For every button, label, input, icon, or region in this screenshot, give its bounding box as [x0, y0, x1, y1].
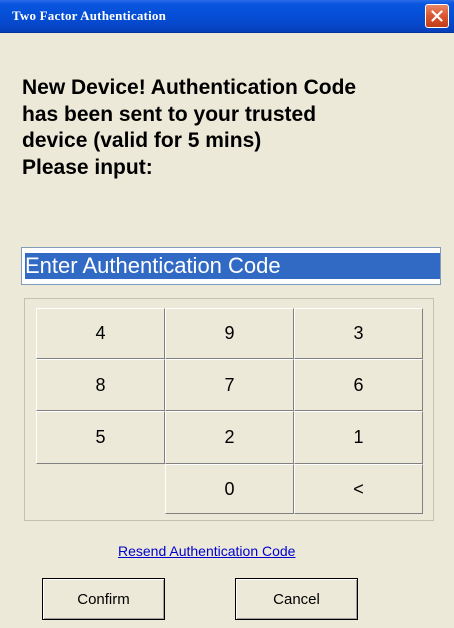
keypad-key-0[interactable]: 0	[165, 464, 294, 514]
keypad-key-8[interactable]: 8	[36, 359, 165, 411]
message-line: has been sent to your trusted	[22, 102, 317, 126]
close-icon	[431, 10, 443, 22]
message-line: Please input:	[22, 155, 153, 179]
keypad: 4 9 3 8 7 6 5 2 1 0 <	[24, 298, 434, 521]
keypad-key-3[interactable]: 3	[294, 308, 423, 359]
keypad-key-5[interactable]: 5	[36, 411, 165, 464]
keypad-key-4[interactable]: 4	[36, 308, 165, 359]
title-bar[interactable]: Two Factor Authentication	[0, 0, 454, 33]
message-line: New Device! Authentication Code	[22, 76, 357, 99]
authentication-code-input[interactable]	[21, 247, 441, 285]
keypad-key-2[interactable]: 2	[165, 411, 294, 464]
confirm-button[interactable]: Confirm	[42, 578, 165, 620]
keypad-key-9[interactable]: 9	[165, 308, 294, 359]
message-line: device (valid for 5 mins)	[22, 129, 262, 152]
keypad-key-6[interactable]: 6	[294, 359, 423, 411]
resend-code-link[interactable]: Resend Authentication Code	[118, 543, 295, 559]
keypad-key-7[interactable]: 7	[165, 359, 294, 411]
keypad-key-1[interactable]: 1	[294, 411, 423, 464]
window-title: Two Factor Authentication	[12, 8, 167, 23]
message-text: New Device! Authentication Code has been…	[22, 75, 442, 181]
close-button[interactable]	[425, 4, 449, 28]
cancel-button[interactable]: Cancel	[235, 578, 358, 620]
keypad-key-backspace[interactable]: <	[294, 464, 423, 514]
